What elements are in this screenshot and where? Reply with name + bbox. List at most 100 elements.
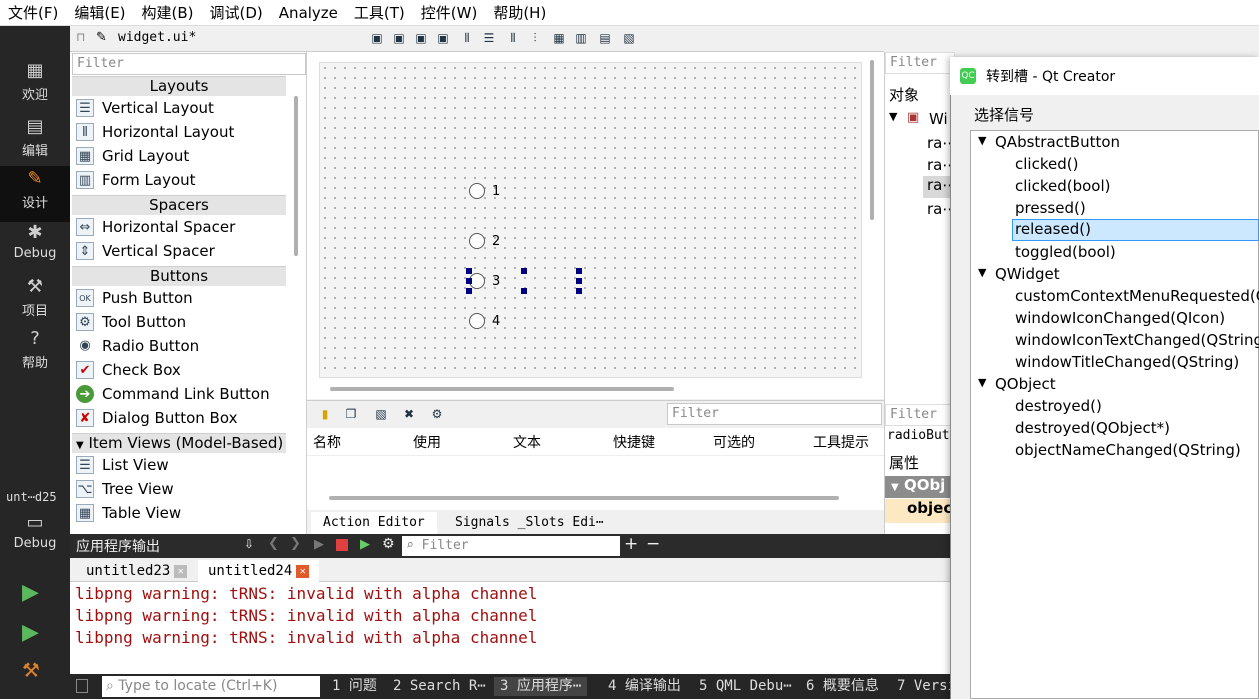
category-item-views[interactable]: ▼ Item Views (Model-Based) — [72, 433, 286, 453]
signal-tree[interactable] — [970, 130, 1259, 699]
run-button[interactable]: ▶ — [22, 580, 39, 605]
chevron-left-icon[interactable]: ❮ — [268, 536, 279, 551]
signal-item[interactable]: pressed() — [1015, 199, 1086, 217]
selection-handle[interactable] — [576, 268, 582, 274]
mode-edit[interactable]: ▤ 编辑 — [0, 114, 70, 166]
pane-search[interactable]: 2 Search R⋯ — [393, 677, 486, 696]
adjust-size-icon[interactable]: ▧ — [621, 30, 637, 46]
widget-vertical-layout[interactable]: ☰ Vertical Layout — [74, 96, 286, 120]
kit-selector[interactable]: ▭ Debug — [0, 510, 70, 562]
pane-app-output[interactable]: 3 应用程序⋯ — [494, 677, 588, 696]
widget-radio-button[interactable]: ◉ Radio Button — [74, 334, 286, 358]
widget-form-layout[interactable]: ▥ Form Layout — [74, 168, 286, 192]
edit-tab-order-icon[interactable]: ▣ — [435, 30, 451, 46]
layout-form-icon[interactable]: ▥ — [573, 30, 589, 46]
layout-horizontal-icon[interactable]: ⦀ — [459, 30, 475, 46]
signal-item-selected[interactable]: released() — [1012, 219, 1259, 241]
mode-help[interactable]: ? 帮助 — [0, 326, 70, 378]
signal-item[interactable]: windowTitleChanged(QString) — [1015, 353, 1239, 371]
selection-handle[interactable] — [466, 288, 472, 294]
toggle-sidebar-icon[interactable] — [76, 679, 88, 693]
action-h-scrollbar[interactable] — [329, 496, 839, 500]
chevron-right-icon[interactable]: ❯ — [290, 536, 301, 551]
property-group[interactable]: ▼ QObj — [885, 476, 955, 498]
edit-signals-icon[interactable]: ▣ — [391, 30, 407, 46]
pane-version-control[interactable]: 7 Versi — [897, 677, 956, 696]
widget-horizontal-spacer[interactable]: ⇔ Horizontal Spacer — [74, 215, 286, 239]
menu-build[interactable]: 构建(B) — [134, 0, 202, 26]
form-h-scrollbar[interactable] — [330, 387, 674, 391]
layout-grid-icon[interactable]: ▦ — [551, 30, 567, 46]
debug-run-button[interactable]: ▶ — [22, 620, 39, 645]
mode-projects[interactable]: ⚒ 项目 — [0, 274, 70, 326]
pane-general-messages[interactable]: 6 概要信息 — [806, 677, 879, 696]
signal-item[interactable]: customContextMenuRequested(Q — [1015, 287, 1259, 305]
output-tab[interactable]: untitled23 ✕ — [76, 560, 197, 582]
object-filter-input[interactable]: Filter — [885, 52, 955, 74]
output-log[interactable]: libpng warning: tRNS: invalid with alpha… — [70, 582, 950, 674]
property-row[interactable]: object — [885, 499, 959, 523]
category-buttons[interactable]: Buttons — [72, 266, 286, 286]
paste-action-icon[interactable]: ▧ — [373, 406, 389, 422]
widget-filter-input[interactable]: Filter — [72, 53, 306, 75]
copy-action-icon[interactable]: ❐ — [343, 406, 359, 422]
edit-widgets-icon[interactable]: ▣ — [369, 30, 385, 46]
category-spacers[interactable]: Spacers — [72, 195, 286, 215]
widget-list-view[interactable]: ☰ List View — [74, 453, 286, 477]
menu-tools[interactable]: 工具(T) — [346, 0, 413, 26]
form-v-scrollbar[interactable] — [870, 60, 874, 220]
form-canvas[interactable] — [319, 62, 862, 378]
widget-horizontal-layout[interactable]: ⦀ Horizontal Layout — [74, 120, 286, 144]
mode-welcome[interactable]: ▦ 欢迎 — [0, 58, 70, 110]
chevron-down-icon[interactable]: ▼ — [978, 376, 986, 389]
signal-item[interactable]: clicked() — [1015, 155, 1078, 173]
close-icon[interactable]: ✕ — [296, 564, 310, 578]
signal-class[interactable]: QAbstractButton — [995, 133, 1120, 151]
close-icon[interactable]: ✕ — [174, 564, 188, 578]
pane-qml-debugger[interactable]: 5 QML Debu⋯ — [699, 677, 792, 696]
col-shortcut[interactable]: 快捷键 — [613, 432, 655, 452]
open-file-name[interactable]: widget.ui* — [118, 30, 196, 45]
menu-widgets[interactable]: 控件(W) — [413, 0, 486, 26]
widget-command-link-button[interactable]: ➔ Command Link Button — [74, 382, 286, 406]
chevron-down-icon[interactable]: ▼ — [978, 266, 986, 279]
widget-vertical-spacer[interactable]: ⇕ Vertical Spacer — [74, 239, 286, 263]
delete-action-icon[interactable]: ✖ — [401, 406, 417, 422]
signal-item[interactable]: windowIconTextChanged(QString) — [1015, 331, 1259, 349]
col-tooltip[interactable]: 工具提示 — [813, 432, 869, 452]
col-used[interactable]: 使用 — [413, 432, 441, 452]
chevron-down-icon[interactable]: ▼ — [978, 134, 986, 147]
signal-class[interactable]: QObject — [995, 375, 1056, 393]
selection-handle[interactable] — [576, 288, 582, 294]
stop-icon[interactable] — [336, 539, 348, 551]
play-icon[interactable]: ▶ — [314, 537, 324, 552]
chevron-down-icon[interactable]: ▼ — [889, 110, 897, 123]
output-tab-active[interactable]: untitled24 ✕ — [198, 560, 320, 582]
menu-debug[interactable]: 调试(D) — [202, 0, 271, 26]
tab-signals-slots[interactable]: Signals _Slots Edi⋯ — [443, 512, 616, 534]
zoom-in-icon[interactable]: + — [624, 534, 638, 554]
category-layouts[interactable]: Layouts — [72, 76, 286, 96]
signal-item[interactable]: toggled(bool) — [1015, 243, 1116, 261]
selection-handle[interactable] — [466, 268, 472, 274]
pane-compile-output[interactable]: 4 编译输出 — [608, 677, 681, 696]
widget-tree-view[interactable]: ⌥ Tree View — [74, 477, 286, 501]
radio-button-1[interactable] — [469, 183, 485, 199]
pane-issues[interactable]: 1 问题 — [332, 677, 377, 696]
selection-handle[interactable] — [521, 268, 527, 274]
widget-table-view[interactable]: ▦ Table View — [74, 501, 286, 525]
signal-item[interactable]: clicked(bool) — [1015, 177, 1110, 195]
widget-tool-button[interactable]: ⚙ Tool Button — [74, 310, 286, 334]
widget-grid-layout[interactable]: ▦ Grid Layout — [74, 144, 286, 168]
layout-vertical-icon[interactable]: ☰ — [481, 30, 497, 46]
kit-label[interactable]: unt⋯d25 — [6, 490, 57, 504]
menu-file[interactable]: 文件(F) — [0, 0, 66, 26]
zoom-out-icon[interactable]: − — [646, 534, 660, 554]
mode-debug[interactable]: ✱ Debug — [0, 220, 70, 272]
break-layout-icon[interactable]: ▤ — [597, 30, 613, 46]
col-checkable[interactable]: 可选的 — [713, 432, 755, 452]
edit-buddies-icon[interactable]: ▣ — [413, 30, 429, 46]
layout-h-splitter-icon[interactable]: ⫴ — [505, 30, 521, 46]
widget-check-box[interactable]: ✔ Check Box — [74, 358, 286, 382]
output-filter-input[interactable]: ⌕ Filter — [402, 536, 620, 556]
